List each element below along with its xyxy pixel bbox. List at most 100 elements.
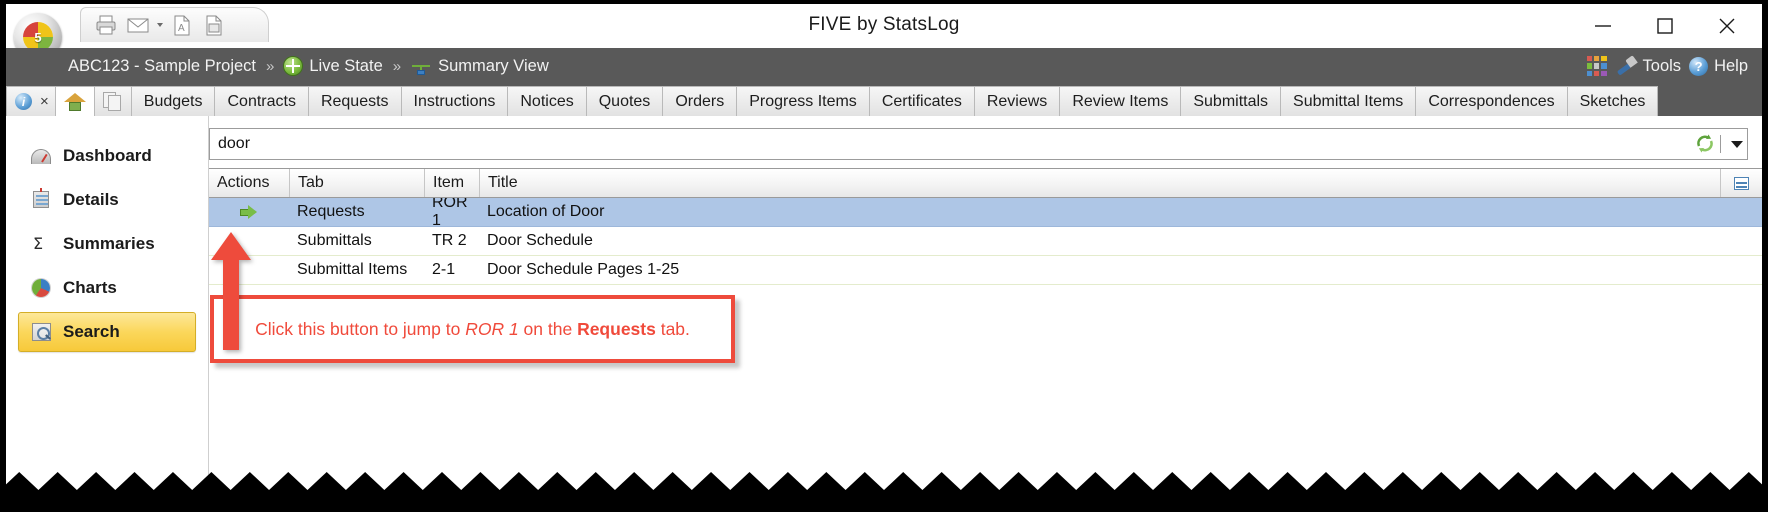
refresh-icon[interactable] [1692,133,1718,155]
search-row [209,128,1762,160]
email-dropdown-icon[interactable] [155,11,165,39]
tab-notices[interactable]: Notices [507,86,587,116]
table-row[interactable]: Submittal Items 2-1 Door Schedule Pages … [209,256,1762,285]
tab-instructions[interactable]: Instructions [400,86,509,116]
pdf-icon[interactable]: A [167,11,197,39]
close-icon[interactable]: × [40,93,49,110]
window-title: FIVE by StatsLog [808,14,960,35]
breadcrumb-state[interactable]: Live State [284,56,383,76]
tab-copy[interactable] [93,86,132,116]
sidebar-item-label: Summaries [63,234,155,253]
table-header-row: Actions Tab Item Title [209,168,1762,198]
search-icon [31,322,53,342]
cell-item: 2-1 [432,261,456,278]
sidebar-item-charts[interactable]: Charts [18,268,196,308]
cell-title: Door Schedule [487,232,593,249]
help-button[interactable]: ? Help [1689,56,1748,76]
screenshot-root: FIVE by StatsLog A 5 ABC123 - Sample Pro… [0,0,1768,512]
tab-contracts[interactable]: Contracts [214,86,309,116]
sidebar-item-search[interactable]: Search [18,312,196,352]
row-action-cell[interactable] [209,203,289,220]
tab-quotes[interactable]: Quotes [585,86,664,116]
breadcrumb-separator-1: » [266,57,275,75]
help-icon: ? [1689,56,1709,76]
tools-button[interactable]: Tools [1615,56,1682,76]
annotation-prefix: Click this button to jump to [255,318,466,339]
excel-icon[interactable] [199,11,229,39]
svg-text:A: A [178,23,185,34]
tab-review-items[interactable]: Review Items [1059,86,1182,116]
live-state-icon [284,57,303,75]
annotation-callout: Click this button to jump to ROR 1 on th… [210,295,735,363]
cell-tab: Requests [297,203,365,220]
tools-label: Tools [1642,56,1682,75]
tab-submittals[interactable]: Submittals [1180,86,1282,116]
cell-title: Door Schedule Pages 1-25 [487,261,680,278]
table-row[interactable]: Requests ROR 1 Location of Door [209,194,1762,229]
print-icon[interactable] [91,11,121,39]
annotation-italic: ROR 1 [465,318,519,339]
tab-submittal-items[interactable]: Submittal Items [1280,86,1417,116]
column-header-tab[interactable]: Tab [289,169,424,197]
table-row[interactable]: Submittals TR 2 Door Schedule [209,227,1762,256]
cell-item: ROR 1 [432,194,468,229]
search-divider [1720,135,1721,153]
header-right-cluster: Tools ? Help [1586,48,1748,84]
tab-info[interactable]: i × [6,86,56,116]
minimize-button[interactable] [1572,4,1634,48]
maximize-button[interactable] [1634,4,1696,48]
help-label: Help [1714,56,1748,75]
title-bar: FIVE by StatsLog A [6,4,1762,48]
cell-item: TR 2 [432,232,467,249]
search-input[interactable] [210,129,1692,159]
tab-home[interactable] [54,86,95,116]
column-header-actions[interactable]: Actions [209,169,289,197]
column-chooser-icon [1734,176,1749,190]
tab-budgets[interactable]: Budgets [130,86,216,116]
apps-grid-icon[interactable] [1586,56,1607,76]
breadcrumb-view-label: Summary View [438,56,549,75]
window-controls [1572,4,1758,48]
sidebar-item-details[interactable]: Details [18,180,196,220]
dashboard-icon [31,146,53,166]
column-header-title[interactable]: Title [479,169,1720,197]
cell-title: Location of Door [487,203,605,220]
tab-strip: i × Budgets Contracts Requests Instructi… [6,84,1762,116]
tab-reviews[interactable]: Reviews [973,86,1061,116]
pie-chart-icon [31,278,53,298]
close-button[interactable] [1696,4,1758,48]
annotation-bold: Requests [577,318,656,339]
application-window: FIVE by StatsLog A 5 ABC123 - Sample Pro… [6,4,1762,508]
sigma-icon: Σ [33,234,44,253]
jump-to-record-icon[interactable] [240,203,258,220]
wrench-icon [1615,56,1637,76]
tab-correspondences[interactable]: Correspondences [1415,86,1568,116]
quick-access-toolbar: A [80,7,269,42]
details-icon [31,188,53,210]
sidebar-item-dashboard[interactable]: Dashboard [18,136,196,176]
annotation-arrow [211,232,251,350]
email-icon[interactable] [123,11,153,39]
info-icon: i [15,93,32,110]
breadcrumb-separator-2: » [392,57,402,75]
tab-sketches[interactable]: Sketches [1566,86,1659,116]
tab-certificates[interactable]: Certificates [868,86,975,116]
sidebar-item-summaries[interactable]: Σ Summaries [18,224,196,264]
tab-requests[interactable]: Requests [307,86,402,116]
breadcrumb-view[interactable]: Summary View [411,57,549,76]
sidebar-item-label: Search [63,322,120,341]
summary-view-icon [411,57,431,75]
search-box [209,128,1748,160]
column-chooser-button[interactable] [1720,169,1762,197]
tab-orders[interactable]: Orders [662,86,738,116]
breadcrumb-project[interactable]: ABC123 - Sample Project [68,57,256,76]
home-icon [63,92,86,111]
breadcrumb-state-label: Live State [309,56,383,75]
annotation-text: Click this button to jump to ROR 1 on th… [255,319,690,340]
tab-progress-items[interactable]: Progress Items [736,86,870,116]
search-dropdown-icon[interactable] [1727,129,1747,159]
annotation-suffix: tab. [655,318,690,339]
sidebar: Dashboard Details Σ Summaries Charts Sea… [6,116,209,508]
breadcrumb-bar: ABC123 - Sample Project » Live State » S… [6,48,1762,84]
column-header-item[interactable]: Item [424,169,479,197]
